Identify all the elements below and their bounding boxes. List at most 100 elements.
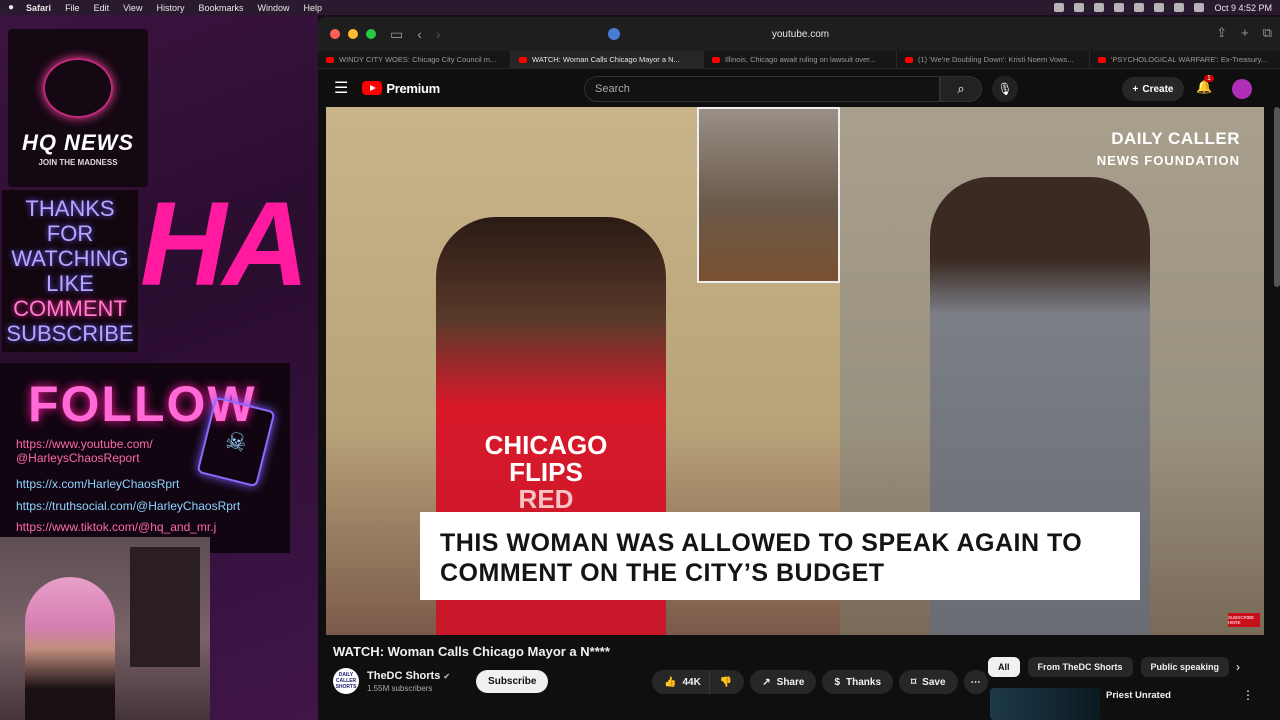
create-button[interactable]: + Create — [1122, 77, 1184, 101]
hamburger-menu-icon[interactable]: ☰ — [334, 78, 348, 98]
status-icon[interactable] — [1074, 3, 1085, 12]
truthsocial-link: https://truthsocial.com/@HarleyChaosRprt — [16, 499, 241, 513]
thanks-neon-sign: THANKS FOR WATCHING LIKE COMMENT SUBSCRI… — [2, 190, 138, 352]
channel-avatar[interactable]: DAILY CALLER SHORTS — [333, 668, 359, 694]
video-player[interactable]: CHICAGO FLIPS RED DAILY CALLER NEWS FOUN… — [326, 107, 1264, 635]
more-vert-icon[interactable]: ⋮ — [1242, 688, 1254, 702]
bluetooth-icon[interactable] — [1134, 3, 1145, 12]
privacy-shield-icon[interactable] — [608, 28, 620, 40]
stream-overlay: HQ NEWS JOIN THE MADNESS THANKS FOR WATC… — [0, 15, 318, 720]
bookmark-icon: ⌑ — [911, 676, 917, 688]
window-controls — [330, 29, 376, 39]
menu-bookmarks[interactable]: Bookmarks — [198, 3, 243, 13]
channel-name-row: TheDC Shorts ✔ — [367, 670, 450, 682]
brand-line-2: NEWS FOUNDATION — [1096, 153, 1240, 168]
video-title: WATCH: Woman Calls Chicago Mayor a N**** — [333, 644, 610, 659]
menu-history[interactable]: History — [156, 3, 184, 13]
logo-premium-text: Premium — [386, 80, 440, 96]
big-ha-text: HA — [140, 177, 309, 311]
menu-edit[interactable]: Edit — [94, 3, 110, 13]
recommended-title[interactable]: Priest Unrated — [1106, 690, 1171, 701]
chevron-right-icon[interactable]: › — [1236, 660, 1240, 674]
address-bar[interactable]: youtube.com — [598, 23, 1003, 45]
tab-overview-icon[interactable]: ⧉ — [1263, 25, 1272, 41]
youtube-premium-logo[interactable]: Premium — [362, 81, 440, 96]
status-icon[interactable] — [1094, 3, 1105, 12]
youtube-favicon-icon — [712, 56, 720, 63]
macos-menubar: ● Safari File Edit View History Bookmark… — [0, 0, 1280, 15]
apple-icon[interactable]: ● — [8, 2, 14, 13]
control-center-icon[interactable] — [1174, 3, 1185, 12]
search-input[interactable]: Search — [584, 76, 940, 102]
recommended-video[interactable]: Priest Unrated ⋮ — [990, 686, 1270, 720]
video-caption: THIS WOMAN WAS ALLOWED TO SPEAK AGAIN TO… — [420, 512, 1140, 600]
minimize-window-button[interactable] — [348, 29, 358, 39]
harley-mask-icon — [43, 58, 113, 118]
subscribe-watermark: SUBSCRIBE HERE — [1228, 613, 1260, 627]
neon-line: THANKS — [25, 196, 115, 221]
back-arrow-icon[interactable]: ‹ — [417, 26, 422, 42]
menu-app[interactable]: Safari — [26, 3, 51, 13]
tab-label: 'PSYCHOLOGICAL WARFARE': Ex-Treasury... — [1111, 55, 1268, 64]
close-window-button[interactable] — [330, 29, 340, 39]
logo-subtitle: JOIN THE MADNESS — [38, 158, 118, 167]
brand-line-1: DAILY CALLER — [1111, 129, 1240, 148]
browser-tab[interactable]: Illinois, Chicago await ruling on lawsui… — [704, 50, 897, 69]
new-tab-icon[interactable]: + — [1241, 25, 1249, 41]
logo-title: HQ NEWS — [21, 130, 135, 155]
recommendation-chips: All From TheDC Shorts Public speaking — [988, 657, 1230, 677]
chip-public-speaking[interactable]: Public speaking — [1140, 657, 1230, 677]
shirt-line: FLIPS — [509, 457, 583, 487]
notifications-button[interactable]: 🔔 1 — [1196, 75, 1214, 95]
subscribe-button[interactable]: Subscribe — [476, 669, 549, 693]
forward-arrow-icon[interactable]: › — [436, 26, 441, 42]
channel-info: TheDC Shorts ✔ 1.55M subscribers — [367, 670, 450, 693]
browser-tab[interactable]: WINDY CITY WOES: Chicago City Council m.… — [318, 50, 511, 69]
browser-tab[interactable]: (1) 'We're Doubling Down': Kristi Noem V… — [897, 50, 1090, 69]
like-button[interactable]: 👍 44K — [652, 670, 709, 694]
save-button[interactable]: ⌑ Save — [899, 670, 958, 694]
tiktok-link: https://www.tiktok.com/@hq_and_mr.j — [16, 520, 217, 534]
account-avatar[interactable] — [1232, 79, 1252, 99]
zoom-window-button[interactable] — [366, 29, 376, 39]
neon-line: FOR — [46, 221, 94, 246]
share-button[interactable]: ↗ Share — [750, 670, 817, 694]
channel-name[interactable]: TheDC Shorts — [367, 670, 440, 682]
sidebar-toggle-icon[interactable]: ▭ — [390, 26, 403, 43]
search-button[interactable]: ⌕ — [940, 76, 982, 102]
page-scrollbar[interactable] — [1274, 107, 1280, 287]
chip-all[interactable]: All — [988, 657, 1020, 677]
menu-view[interactable]: View — [123, 3, 142, 13]
thanks-label: Thanks — [846, 676, 882, 688]
recommended-thumbnail[interactable] — [990, 688, 1100, 720]
status-icon[interactable] — [1054, 3, 1065, 12]
status-icon[interactable] — [1194, 3, 1205, 12]
menu-file[interactable]: File — [65, 3, 80, 13]
share-icon[interactable]: ⇪ — [1216, 25, 1227, 41]
neon-line: LIKE — [46, 271, 94, 296]
safari-toolbar: ▭ ‹ › youtube.com ⇪ + ⧉ — [318, 17, 1280, 51]
streamer-avatar — [25, 577, 115, 720]
dislike-button[interactable]: 👎 — [708, 670, 745, 694]
neon-line: COMMENT — [13, 296, 127, 321]
like-count: 44K — [682, 676, 701, 688]
menubar-clock[interactable]: Oct 9 4:52 PM — [1214, 3, 1272, 13]
tab-label: WINDY CITY WOES: Chicago City Council m.… — [339, 55, 497, 64]
tab-strip: WINDY CITY WOES: Chicago City Council m.… — [318, 50, 1280, 69]
thanks-button[interactable]: $ Thanks — [822, 670, 894, 694]
thumbs-up-icon: 👍 — [664, 676, 677, 688]
hq-news-logo: HQ NEWS JOIN THE MADNESS — [8, 29, 148, 187]
verified-icon: ✔ — [443, 671, 451, 681]
toolbar-right-buttons: ⇪ + ⧉ — [1216, 25, 1272, 41]
menu-window[interactable]: Window — [257, 3, 289, 13]
menu-help[interactable]: Help — [304, 3, 323, 13]
chip-from-channel[interactable]: From TheDC Shorts — [1027, 657, 1133, 677]
more-actions-button[interactable]: ⋯ — [963, 670, 988, 694]
headphones-icon[interactable] — [1114, 3, 1125, 12]
voice-search-button[interactable]: 🎙 — [992, 76, 1018, 102]
plus-icon: + — [1132, 83, 1139, 95]
follow-panel: FOLLOW ☠ https://www.youtube.com/ @Harle… — [0, 363, 290, 553]
browser-tab-active[interactable]: WATCH: Woman Calls Chicago Mayor a N... — [511, 50, 704, 69]
wifi-icon[interactable] — [1154, 3, 1165, 12]
browser-tab[interactable]: 'PSYCHOLOGICAL WARFARE': Ex-Treasury... — [1090, 51, 1280, 69]
